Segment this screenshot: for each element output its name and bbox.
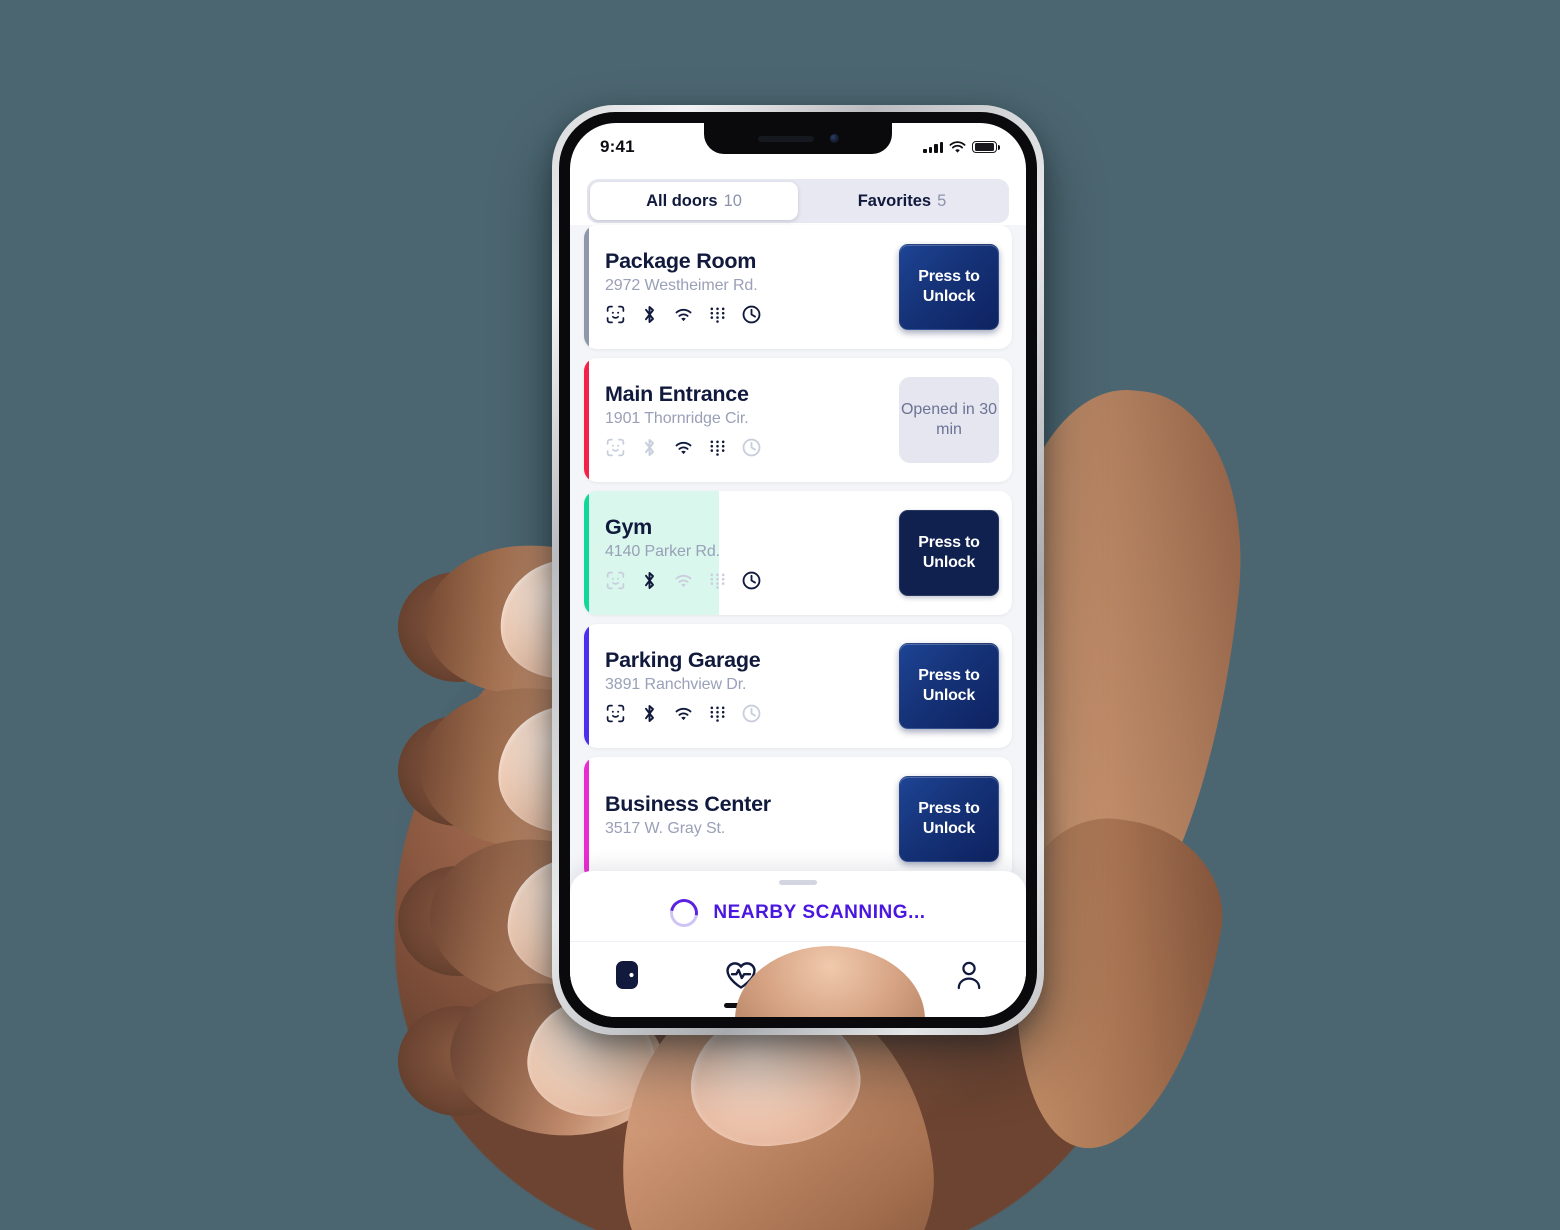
- clock-icon: [742, 305, 761, 324]
- knuckle: [398, 572, 518, 682]
- door-feature-icons: [605, 304, 762, 325]
- bluetooth-icon: [645, 306, 654, 323]
- status-time: 9:41: [600, 137, 635, 156]
- nearby-scanning-sheet[interactable]: NEARBY SCANNING...: [570, 871, 1026, 941]
- press-to-unlock-button[interactable]: Press to Unlock: [899, 244, 999, 330]
- door-card[interactable]: Package Room 2972 Westheimer Rd. Press t…: [584, 225, 1012, 349]
- signal-bars-icon: [923, 141, 943, 153]
- keypad-icon: [710, 440, 725, 456]
- wifi-icon: [675, 441, 692, 455]
- tab-profile[interactable]: [938, 955, 1000, 995]
- clock-icon: [742, 704, 761, 723]
- door-card[interactable]: Parking Garage 3891 Ranchview Dr. Press …: [584, 624, 1012, 748]
- knuckle: [398, 1006, 518, 1116]
- door-address: 3517 W. Gray St.: [605, 819, 726, 837]
- door-address: 4140 Parker Rd.: [605, 543, 721, 560]
- keypad-icon: [710, 706, 725, 722]
- person-icon: [957, 961, 981, 990]
- loading-spinner-icon: [664, 893, 704, 933]
- face-id-icon: [606, 571, 625, 590]
- door-name: Business Center: [605, 791, 771, 816]
- door-feature-icons: [605, 703, 762, 724]
- door-card[interactable]: Main Entrance 1901 Thornridge Cir. Opene…: [584, 358, 1012, 482]
- press-to-unlock-button[interactable]: Press to Unlock: [899, 510, 999, 596]
- tab-favorites[interactable]: Favorites 5: [798, 182, 1006, 220]
- phone-screen: 9:41 All doors 10 Favorites 5 Package Ro…: [570, 123, 1026, 1017]
- face-id-icon: [606, 704, 625, 723]
- battery-icon: [972, 140, 1000, 154]
- segmented-control: All doors 10 Favorites 5: [587, 179, 1009, 223]
- keypad-icon: [710, 573, 725, 589]
- phone-device: 9:41 All doors 10 Favorites 5 Package Ro…: [552, 105, 1044, 1035]
- door-card[interactable]: Gym 4140 Parker Rd. Press to Unlock: [584, 491, 1012, 615]
- door-address: 2972 Westheimer Rd.: [605, 277, 758, 294]
- tab-doors[interactable]: [596, 955, 658, 995]
- keypad-icon: [710, 307, 725, 323]
- tab-favorites-count: 5: [937, 191, 947, 210]
- door-name: Parking Garage: [605, 648, 761, 672]
- clock-icon: [742, 438, 761, 457]
- bluetooth-icon: [645, 572, 654, 589]
- wifi-icon: [675, 308, 692, 322]
- door-name: Gym: [605, 515, 653, 539]
- status-indicators: [923, 140, 1000, 154]
- earpiece-speaker: [757, 135, 814, 142]
- knuckle: [398, 716, 518, 826]
- tab-favorites-label: Favorites: [857, 191, 932, 210]
- door-name: Main Entrance: [605, 382, 749, 406]
- door-card[interactable]: Business Center 3517 W. Gray St. Press t…: [584, 757, 1012, 881]
- notch: [704, 123, 892, 154]
- clock-icon: [742, 571, 761, 590]
- tab-all-doors-count: 10: [723, 191, 742, 210]
- door-address: 3891 Ranchview Dr.: [605, 676, 747, 693]
- tab-all-doors-label: All doors: [646, 191, 718, 210]
- press-to-unlock-button[interactable]: Press to Unlock: [899, 643, 999, 729]
- drag-handle[interactable]: [779, 880, 817, 885]
- door-name: Package Room: [605, 249, 757, 273]
- scanning-label: NEARBY SCANNING...: [713, 902, 926, 923]
- door-status-chip: Opened in 30 min: [899, 377, 999, 463]
- face-id-icon: [606, 438, 625, 457]
- wifi-icon: [675, 574, 692, 588]
- bluetooth-icon: [645, 705, 654, 722]
- scanning-status: NEARBY SCANNING...: [570, 893, 1026, 933]
- tab-all-doors[interactable]: All doors 10: [590, 182, 798, 220]
- phone-bezel: 9:41 All doors 10 Favorites 5 Package Ro…: [559, 112, 1037, 1028]
- front-camera-icon: [829, 134, 839, 143]
- door-address: 1901 Thornridge Cir.: [605, 410, 749, 427]
- wifi-icon: [675, 707, 692, 721]
- face-id-icon: [606, 305, 625, 324]
- knuckle: [398, 866, 518, 976]
- door-feature-icons: [605, 570, 762, 591]
- door-feature-icons: [605, 437, 762, 458]
- door-icon: [616, 961, 638, 989]
- press-to-unlock-button[interactable]: Press to Unlock: [899, 776, 999, 862]
- wifi-icon: [949, 140, 966, 153]
- bluetooth-icon: [645, 439, 654, 456]
